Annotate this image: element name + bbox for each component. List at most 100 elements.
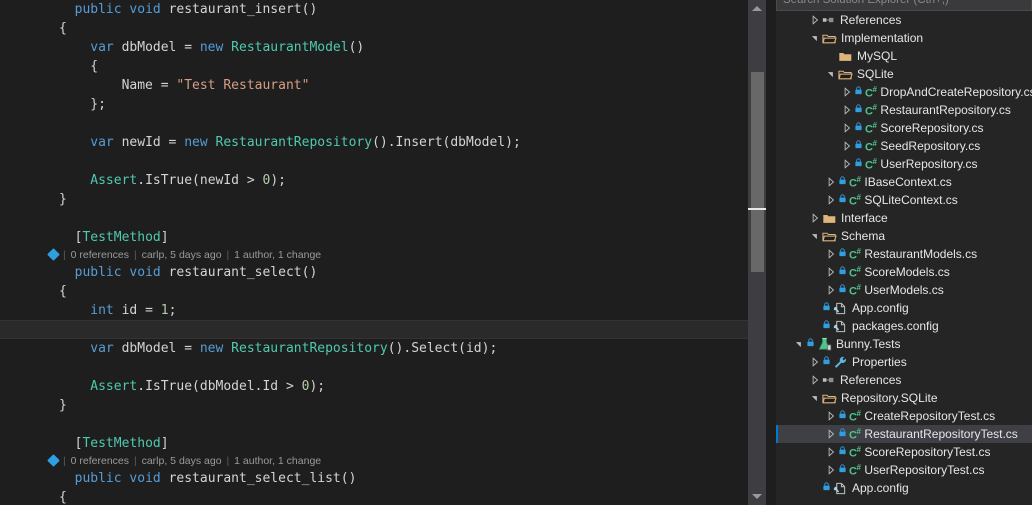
codelens-author[interactable]: carlp, 5 days ago <box>139 249 225 261</box>
tree-node-interface[interactable]: Interface <box>776 209 1032 227</box>
code-line[interactable]: { <box>0 488 748 505</box>
code-line[interactable]: Assert.IsTrue(dbModel.Id > 0); <box>0 377 748 396</box>
tree-node-references[interactable]: References <box>776 371 1032 389</box>
chevron-right-icon[interactable] <box>824 411 838 421</box>
chevron-right-icon[interactable] <box>840 159 854 169</box>
scroll-down-arrow-icon[interactable] <box>748 488 766 505</box>
tree-node-userrepository-cs[interactable]: C# UserRepository.cs <box>776 155 1032 173</box>
solution-explorer-search-input[interactable]: Search Solution Explorer (Ctrl+;) <box>776 0 1032 11</box>
code-line[interactable]: } <box>0 396 748 415</box>
tree-node-dropandcreaterepository-cs[interactable]: C# DropAndCreateRepository.cs <box>776 83 1032 101</box>
codelens-row[interactable]: | 0 references | carlp, 5 days ago | 1 a… <box>0 247 748 263</box>
chevron-right-icon[interactable] <box>824 447 838 457</box>
code-line[interactable] <box>0 415 748 434</box>
tree-node-implementation[interactable]: Implementation <box>776 29 1032 47</box>
lock-icon <box>838 191 847 209</box>
chevron-down-icon[interactable] <box>808 33 822 43</box>
code-line[interactable]: var dbModel = new RestaurantModel() <box>0 38 748 57</box>
code-token: () <box>301 2 318 17</box>
solution-explorer-tree[interactable]: References Implementation MySQL SQLite C# Dro… <box>776 11 1032 497</box>
code-line[interactable]: Assert.IsTrue(newId > 0); <box>0 171 748 190</box>
tree-node-seedrepository-cs[interactable]: C# SeedRepository.cs <box>776 137 1032 155</box>
chevron-right-icon[interactable] <box>824 177 838 187</box>
chevron-right-icon[interactable] <box>840 105 854 115</box>
codelens-author[interactable]: carlp, 5 days ago <box>139 455 225 467</box>
tree-node-restaurantmodels-cs[interactable]: C# RestaurantModels.cs <box>776 245 1032 263</box>
tree-node-mysql[interactable]: MySQL <box>776 47 1032 65</box>
tree-node-bunny-tests[interactable]: Bunny.Tests <box>776 335 1032 353</box>
tree-node-scorerepository-cs[interactable]: C# ScoreRepository.cs <box>776 119 1032 137</box>
code-line[interactable] <box>0 114 748 133</box>
tree-node-sqlite[interactable]: SQLite <box>776 65 1032 83</box>
code-line[interactable]: public void restaurant_select_list() <box>0 469 748 488</box>
tree-node-userrepositorytest-cs[interactable]: C# UserRepositoryTest.cs <box>776 461 1032 479</box>
tree-node-properties[interactable]: Properties <box>776 353 1032 371</box>
scroll-up-arrow-icon[interactable] <box>748 0 766 17</box>
tree-node-usermodels-cs[interactable]: C# UserModels.cs <box>776 281 1032 299</box>
code-surface[interactable]: public void restaurant_insert() { var db… <box>0 0 748 505</box>
tree-node-label: App.config <box>852 301 909 315</box>
chevron-right-icon[interactable] <box>824 249 838 259</box>
code-line[interactable] <box>0 209 748 228</box>
chevron-right-icon[interactable] <box>840 141 854 151</box>
codelens-changes[interactable]: 1 author, 1 change <box>231 455 324 467</box>
code-line[interactable]: int id = 1; <box>0 301 748 320</box>
editor-vertical-scrollbar[interactable] <box>748 0 766 505</box>
code-line[interactable]: }; <box>0 95 748 114</box>
csharp-glyph-icon: C# <box>849 283 861 298</box>
chevron-right-icon[interactable] <box>824 465 838 475</box>
code-line[interactable] <box>0 358 748 377</box>
chevron-right-icon[interactable] <box>808 213 822 223</box>
codelens-changes[interactable]: 1 author, 1 change <box>231 249 324 261</box>
tree-node-createrepositorytest-cs[interactable]: C# CreateRepositoryTest.cs <box>776 407 1032 425</box>
tree-node-packages-config[interactable]: packages.config <box>776 317 1032 335</box>
chevron-right-icon[interactable] <box>840 87 854 97</box>
chevron-right-icon[interactable] <box>824 285 838 295</box>
tree-node-restaurantrepositorytest-cs[interactable]: C# RestaurantRepositoryTest.cs <box>776 425 1032 443</box>
codelens-references[interactable]: 0 references <box>68 249 132 261</box>
codelens-references[interactable]: 0 references <box>68 455 132 467</box>
codelens-row[interactable]: | 0 references | carlp, 5 days ago | 1 a… <box>0 453 748 469</box>
chevron-right-icon[interactable] <box>808 357 822 367</box>
scrollbar-thumb[interactable] <box>751 72 764 272</box>
code-line-current[interactable] <box>0 320 748 339</box>
code-line[interactable]: { <box>0 282 748 301</box>
tree-node-restaurantrepository-cs[interactable]: C# RestaurantRepository.cs <box>776 101 1032 119</box>
tree-node-repository-sqlite[interactable]: Repository.SQLite <box>776 389 1032 407</box>
code-line[interactable]: Name = "Test Restaurant" <box>0 76 748 95</box>
code-line[interactable]: } <box>0 190 748 209</box>
code-editor[interactable]: public void restaurant_insert() { var db… <box>0 0 748 505</box>
chevron-right-icon[interactable] <box>824 267 838 277</box>
tree-node-sqlitecontext-cs[interactable]: C# SQLiteContext.cs <box>776 191 1032 209</box>
chevron-right-icon[interactable] <box>840 123 854 133</box>
code-token: Assert <box>90 173 138 188</box>
chevron-down-icon[interactable] <box>792 339 806 349</box>
tree-node-schema[interactable]: Schema <box>776 227 1032 245</box>
chevron-right-icon[interactable] <box>808 15 822 25</box>
tree-node-app-config[interactable]: App.config <box>776 479 1032 497</box>
code-token: { <box>90 59 99 74</box>
code-line[interactable]: [TestMethod] <box>0 228 748 247</box>
code-line[interactable]: public void restaurant_insert() <box>0 0 748 19</box>
chevron-down-icon[interactable] <box>808 393 822 403</box>
chevron-down-icon[interactable] <box>808 231 822 241</box>
code-line[interactable]: { <box>0 19 748 38</box>
tree-node-references[interactable]: References <box>776 11 1032 29</box>
tree-node-ibasecontext-cs[interactable]: C# IBaseContext.cs <box>776 173 1032 191</box>
solution-explorer-panel[interactable]: Search Solution Explorer (Ctrl+;) Refere… <box>776 0 1032 505</box>
tree-node-scoremodels-cs[interactable]: C# ScoreModels.cs <box>776 263 1032 281</box>
csharp-file-icon: C# <box>838 444 861 460</box>
code-line[interactable]: { <box>0 57 748 76</box>
chevron-down-icon[interactable] <box>824 69 838 79</box>
code-line[interactable] <box>0 152 748 171</box>
code-line[interactable]: var dbModel = new RestaurantRepository()… <box>0 339 748 358</box>
chevron-right-icon[interactable] <box>824 429 838 439</box>
chevron-right-icon[interactable] <box>808 375 822 385</box>
tree-node-app-config[interactable]: App.config <box>776 299 1032 317</box>
code-line[interactable]: public void restaurant_select() <box>0 263 748 282</box>
code-line[interactable]: [TestMethod] <box>0 434 748 453</box>
code-token: RestaurantModel <box>231 40 349 55</box>
tree-node-scorerepositorytest-cs[interactable]: C# ScoreRepositoryTest.cs <box>776 443 1032 461</box>
chevron-right-icon[interactable] <box>824 195 838 205</box>
code-line[interactable]: var newId = new RestaurantRepository().I… <box>0 133 748 152</box>
